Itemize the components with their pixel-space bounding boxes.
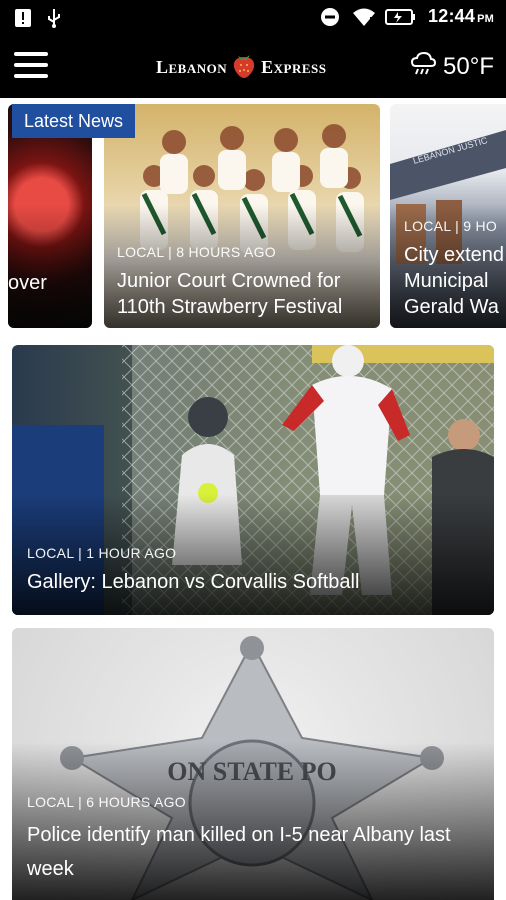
carousel-card[interactable]: LOCAL | 8 HOURS AGO Junior Court Crowned… [104,104,380,328]
wifi-icon [352,7,376,27]
story-meta: LOCAL | 9 HO [404,218,498,234]
story-headline: Junior Court Crowned for 110th Strawberr… [117,270,343,318]
usb-icon [46,8,66,28]
story-headline: City extend Municipal Gerald Wa [404,244,505,318]
story-headline: Gallery: Lebanon vs Corvallis Softball [27,571,360,593]
latest-news-badge: Latest News [12,104,136,138]
rain-cloud-icon [409,50,437,83]
story-card[interactable]: ON STATE PO LOCAL | 6 HOURS AGO Police i… [12,628,494,900]
story-meta: LOCAL | 1 HOUR AGO [27,545,177,561]
story-headline: Police identify man killed on I-5 near A… [27,824,451,880]
weather-widget[interactable]: 50°F [409,50,494,83]
carousel-card[interactable]: LEBANON JUSTIC LOCAL | 9 HO City extend … [390,104,506,328]
status-bar: 12:44 PM [0,0,506,36]
story-meta: LOCAL | 6 HOURS AGO [27,794,186,810]
story-card[interactable]: LOCAL | 1 HOUR AGO Gallery: Lebanon vs C… [12,345,494,615]
alert-icon [14,8,34,28]
strawberry-icon [231,51,257,84]
do-not-disturb-icon [320,7,340,27]
story-meta: LOCAL | 8 HOURS AGO [117,244,276,260]
clock: 12:44 PM [428,6,494,26]
app-header: Lebanon Express 50°F [0,36,506,98]
app-logo: Lebanon Express [156,50,326,84]
battery-icon [384,7,416,27]
weather-temperature: 50°F [443,52,494,80]
story-headline: over [8,272,47,294]
hamburger-icon[interactable] [14,50,48,82]
